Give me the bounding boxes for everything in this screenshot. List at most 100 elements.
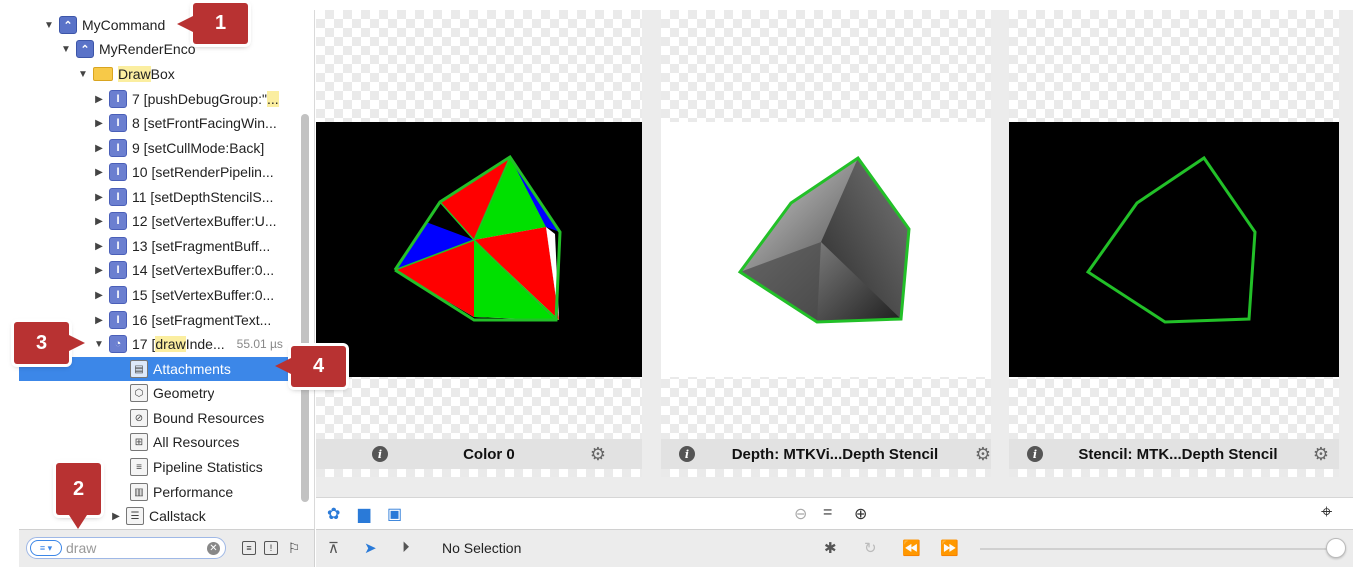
pipeline-statistics-icon: ≡ bbox=[130, 458, 148, 476]
hide-debug-area-icon[interactable]: ⊼ bbox=[328, 539, 339, 557]
outline-row-command[interactable]: ▼ ⌃ MyCommand bbox=[19, 13, 314, 37]
row-label: Performance bbox=[153, 484, 234, 500]
all-resources-icon: ⊞ bbox=[130, 433, 148, 451]
attachment-title: Stencil: MTK...Depth Stencil bbox=[1078, 445, 1278, 463]
filter-issues-icon[interactable]: ! bbox=[264, 541, 278, 555]
debug-bug-icon[interactable]: ✱ bbox=[824, 539, 837, 557]
disclosure-open-icon[interactable]: ▼ bbox=[43, 20, 55, 31]
row-label: 15 [setVertexBuffer:0... bbox=[132, 287, 275, 303]
filter-flag-icon[interactable]: ⚐ bbox=[287, 540, 301, 556]
disclosure-closed-icon[interactable]: ▶ bbox=[93, 94, 105, 105]
stencil-attachment-panel[interactable]: i Stencil: MTK...Depth Stencil ⚙ bbox=[1009, 10, 1339, 477]
command-buffer-icon: ⌃ bbox=[59, 16, 77, 34]
bound-resources-icon: ⊘ bbox=[130, 409, 148, 427]
single-attachment-icon[interactable]: ▣ bbox=[387, 504, 402, 524]
search-highlight: draw bbox=[155, 336, 186, 352]
selection-label: No Selection bbox=[442, 540, 522, 556]
api-call-icon: I bbox=[109, 311, 127, 329]
color-attachment-panel[interactable]: i Color 0 ⚙ bbox=[316, 10, 642, 477]
disclosure-open-icon[interactable]: ▼ bbox=[93, 339, 105, 350]
row-label-text: 17 [ bbox=[132, 336, 156, 352]
disclosure-closed-icon[interactable]: ▶ bbox=[110, 511, 122, 522]
disclosure-closed-icon[interactable]: ▶ bbox=[93, 118, 105, 129]
stencil-attachment-image bbox=[1009, 122, 1339, 377]
row-label: Callstack bbox=[149, 508, 206, 524]
step-forward-icon[interactable]: ⏩ bbox=[940, 539, 959, 557]
info-icon[interactable]: i bbox=[1027, 446, 1043, 462]
outline-row-call[interactable]: ▶ I 10 [setRenderPipelin... bbox=[19, 160, 314, 184]
row-label-text: 7 [pushDebugGroup:" bbox=[132, 91, 267, 107]
outline-row-call[interactable]: ▶ I 12 [setVertexBuffer:U... bbox=[19, 209, 314, 233]
channels-icon[interactable]: ✿ bbox=[327, 504, 340, 524]
callout-badge: 2 bbox=[56, 463, 101, 529]
reload-icon[interactable]: ↻ bbox=[864, 539, 877, 557]
outline-row-call[interactable]: ▶ I 15 [setVertexBuffer:0... bbox=[19, 283, 314, 307]
row-label: 10 [setRenderPipelin... bbox=[132, 164, 274, 180]
zoom-out-icon[interactable]: ⊖ bbox=[794, 504, 807, 524]
outline-row-group[interactable]: ▼ DrawBox bbox=[19, 62, 314, 86]
row-label-rest: Inde... bbox=[185, 336, 225, 352]
outline-row-geometry[interactable]: ⬡ Geometry bbox=[19, 381, 314, 405]
row-label: 11 [setDepthStencilS... bbox=[132, 189, 274, 205]
gear-icon[interactable]: ⚙ bbox=[975, 444, 991, 465]
row-label: Attachments bbox=[153, 361, 231, 377]
debug-bar: ⊼ ➤ ⏵ No Selection ✱ ↻ ⏪ ⏩ bbox=[316, 529, 1353, 567]
attachment-caption: i Color 0 ⚙ bbox=[316, 439, 642, 469]
row-label: 14 [setVertexBuffer:0... bbox=[132, 262, 275, 278]
continue-icon[interactable]: ⏵ bbox=[402, 539, 410, 556]
info-icon[interactable]: i bbox=[372, 446, 388, 462]
zoom-in-icon[interactable]: ⊕ bbox=[854, 504, 867, 524]
disclosure-closed-icon[interactable]: ▶ bbox=[93, 290, 105, 301]
breakpoints-icon[interactable]: ➤ bbox=[364, 539, 377, 557]
row-label: 7 [pushDebugGroup:"... bbox=[132, 91, 279, 107]
disclosure-closed-icon[interactable]: ▶ bbox=[93, 216, 105, 227]
disclosure-open-icon[interactable]: ▼ bbox=[77, 69, 89, 80]
callout-badge: 4 bbox=[275, 346, 346, 387]
geometry-icon: ⬡ bbox=[130, 384, 148, 402]
viewer-toolbar: ✿ ▆ ▣ ⊖ = ⊕ ⌖ bbox=[316, 497, 1353, 529]
navigator-scrollbar[interactable] bbox=[301, 114, 309, 502]
disclosure-closed-icon[interactable]: ▶ bbox=[93, 143, 105, 154]
depth-attachment-panel[interactable]: i Depth: MTKVi...Depth Stencil ⚙ bbox=[661, 10, 991, 477]
filter-api-calls-icon[interactable]: ≡ bbox=[242, 541, 256, 555]
attachments-layout-icon[interactable]: ▆ bbox=[358, 504, 370, 524]
search-highlight: ... bbox=[266, 91, 279, 107]
filter-input[interactable] bbox=[66, 540, 196, 556]
timeline-slider-track[interactable] bbox=[980, 548, 1330, 550]
row-label: 13 [setFragmentBuff... bbox=[132, 238, 271, 254]
outline-row-call[interactable]: ▶ I 9 [setCullMode:Back] bbox=[19, 136, 314, 160]
disclosure-closed-icon[interactable]: ▶ bbox=[93, 315, 105, 326]
disclosure-open-icon[interactable]: ▼ bbox=[60, 44, 72, 55]
row-label: Bound Resources bbox=[153, 410, 265, 426]
navigator-outline: ▼ ⌃ MyCommand ▼ ⌃ MyRenderEnco ▼ DrawBox… bbox=[19, 10, 315, 529]
api-call-icon: I bbox=[109, 212, 127, 230]
outline-row-call[interactable]: ▶ I 11 [setDepthStencilS... bbox=[19, 185, 314, 209]
row-label: 9 [setCullMode:Back] bbox=[132, 140, 265, 156]
gear-icon[interactable]: ⚙ bbox=[1313, 444, 1329, 465]
depth-attachment-image bbox=[661, 122, 991, 377]
step-back-icon[interactable]: ⏪ bbox=[902, 539, 921, 557]
clear-filter-icon[interactable]: ✕ bbox=[207, 541, 220, 555]
row-label: MyRenderEnco bbox=[99, 41, 196, 57]
outline-row-call[interactable]: ▶ I 8 [setFrontFacingWin... bbox=[19, 111, 314, 135]
zoom-fit-icon[interactable]: = bbox=[823, 504, 832, 522]
info-icon[interactable]: i bbox=[679, 446, 695, 462]
outline-row-encoder[interactable]: ▼ ⌃ MyRenderEnco bbox=[19, 37, 314, 61]
outline-row-bound-resources[interactable]: ⊘ Bound Resources bbox=[19, 406, 314, 430]
inspect-pixel-icon[interactable]: ⌖ bbox=[1321, 501, 1332, 524]
outline-row-call[interactable]: ▶ I 13 [setFragmentBuff... bbox=[19, 234, 314, 258]
disclosure-closed-icon[interactable]: ▶ bbox=[93, 192, 105, 203]
disclosure-closed-icon[interactable]: ▶ bbox=[93, 167, 105, 178]
outline-row-call[interactable]: ▶ I 7 [pushDebugGroup:"... bbox=[19, 87, 314, 111]
filter-bar: ≡ ▾ ✕ ≡ ! ⚐ bbox=[19, 529, 315, 567]
filter-field[interactable]: ≡ ▾ ✕ bbox=[26, 537, 226, 559]
filter-options-icon[interactable]: ≡ ▾ bbox=[30, 540, 62, 556]
gear-icon[interactable]: ⚙ bbox=[590, 444, 606, 465]
outline-row-all-resources[interactable]: ⊞ All Resources bbox=[19, 430, 314, 454]
disclosure-closed-icon[interactable]: ▶ bbox=[93, 265, 105, 276]
callout-badge: 3 bbox=[14, 322, 85, 364]
disclosure-closed-icon[interactable]: ▶ bbox=[93, 241, 105, 252]
timeline-slider-knob[interactable] bbox=[1326, 538, 1346, 558]
row-label: 16 [setFragmentText... bbox=[132, 312, 272, 328]
outline-row-call[interactable]: ▶ I 14 [setVertexBuffer:0... bbox=[19, 258, 314, 282]
